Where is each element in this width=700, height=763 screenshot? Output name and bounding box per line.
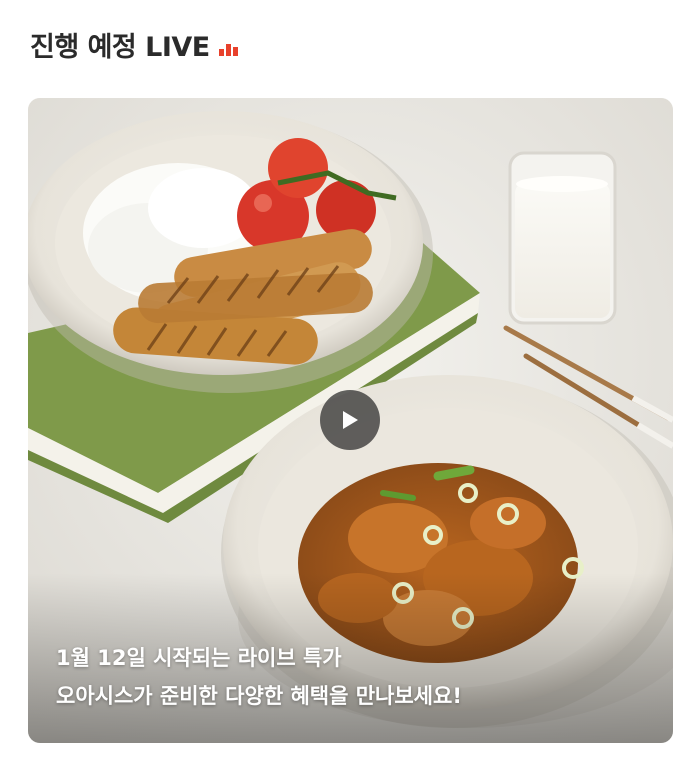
caption-line-1: 1월 12일 시작되는 라이브 특가 <box>56 646 342 670</box>
live-caption: 1월 12일 시작되는 라이브 특가 오아시스가 준비한 다양한 혜택을 만나보… <box>56 639 653 715</box>
live-bars-icon <box>218 40 238 56</box>
live-card[interactable]: 1월 12일 시작되는 라이브 특가 오아시스가 준비한 다양한 혜택을 만나보… <box>28 98 673 743</box>
section-header: 진행 예정 LIVE <box>30 24 238 64</box>
play-icon <box>343 411 358 429</box>
caption-line-2: 오아시스가 준비한 다양한 혜택을 만나보세요! <box>56 684 462 708</box>
section-title: 진행 예정 LIVE <box>30 31 210 63</box>
play-button[interactable] <box>320 390 380 450</box>
